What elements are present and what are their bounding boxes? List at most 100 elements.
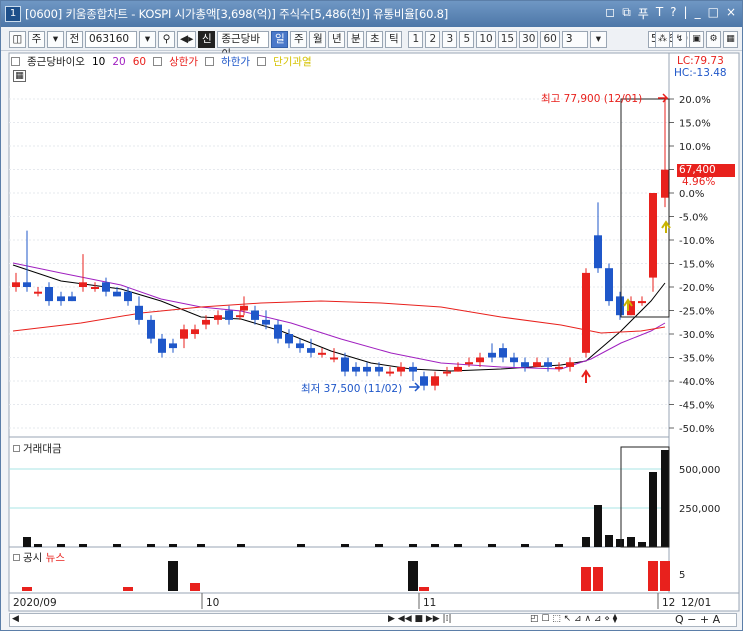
- zoom-icons[interactable]: Q − + A: [675, 613, 720, 626]
- legend-overheat[interactable]: 단기과열: [273, 54, 312, 69]
- candle-body: [68, 296, 76, 302]
- y-tick-label: -40.0%: [679, 377, 714, 388]
- x-axis-label: 2020/09: [13, 597, 57, 609]
- candle-body: [582, 272, 590, 353]
- candle-body: [454, 366, 462, 372]
- candle-body: [521, 362, 529, 367]
- candle-body: [296, 343, 304, 349]
- candle-body: [180, 329, 188, 339]
- candle-body: [533, 362, 541, 367]
- y-tick-label: 15.0%: [679, 119, 711, 130]
- candle-body: [214, 315, 222, 320]
- legend-lower-limit[interactable]: 하한가: [221, 54, 250, 69]
- y-tick-label: -15.0%: [679, 260, 714, 271]
- table-icon[interactable]: ▦: [13, 70, 26, 82]
- candle-body: [605, 268, 613, 302]
- disclosure-bar: [648, 561, 658, 591]
- candle-body: [274, 324, 282, 339]
- legend-checkbox[interactable]: [257, 57, 267, 66]
- candle-body: [649, 193, 657, 278]
- candle-body: [488, 352, 496, 358]
- disclosure-panel-title: 공시 뉴스: [13, 550, 65, 565]
- volume-bar: [237, 544, 245, 547]
- volume-bar: [297, 544, 305, 547]
- low-price-label: 최저 37,500 (11/02): [301, 383, 403, 395]
- disclosure-bar: [419, 587, 429, 591]
- candle-body: [431, 376, 439, 386]
- disclosure-bar: [581, 567, 591, 591]
- y-tick-label: -25.0%: [679, 307, 714, 318]
- legend-ma20[interactable]: 20: [112, 56, 125, 68]
- volume-bar: [57, 544, 65, 547]
- legend-checkbox[interactable]: [153, 57, 163, 66]
- legend-checkbox[interactable]: [11, 57, 20, 66]
- disclosure-title-text: 공시: [23, 552, 43, 564]
- volume-bar: [582, 537, 590, 547]
- disclosure-bar: [22, 587, 32, 591]
- y-tick-label: -35.0%: [679, 354, 714, 365]
- y-tick-label: 0.0%: [679, 189, 704, 200]
- y-tick-label: -50.0%: [679, 424, 714, 435]
- disclosure-bar: [123, 587, 133, 591]
- candle-body: [12, 282, 20, 287]
- candle-body: [555, 366, 563, 369]
- y-tick-label: -10.0%: [679, 236, 714, 247]
- candle-body: [102, 282, 110, 292]
- scroll-left-icon[interactable]: ◀: [12, 614, 19, 624]
- candle-body: [443, 371, 451, 374]
- y-tick-label: -20.0%: [679, 283, 714, 294]
- disclosure-tick-label: 5: [679, 570, 685, 581]
- volume-bar: [555, 544, 563, 547]
- candle-body: [262, 319, 270, 325]
- legend-checkbox[interactable]: [205, 57, 215, 66]
- volume-bar: [605, 535, 613, 547]
- candle-body: [330, 357, 338, 360]
- volume-bar: [197, 544, 205, 547]
- candle-body: [91, 287, 99, 289]
- volume-bar: [23, 537, 31, 547]
- legend-ma10[interactable]: 10: [92, 56, 105, 68]
- candle-body: [57, 296, 65, 302]
- y-tick-label: 10.0%: [679, 142, 711, 153]
- candle-body: [510, 357, 518, 363]
- disclosure-bar: [408, 561, 418, 591]
- volume-bar: [147, 544, 155, 547]
- volume-tick-label: 250,000: [679, 504, 720, 515]
- scroll-controls-icon[interactable]: ▶ ◀◀ ■ ▶▶ |⁞|: [388, 614, 451, 624]
- candle-body: [158, 338, 166, 353]
- disclosure-bar: [660, 561, 670, 591]
- horizontal-scrollbar[interactable]: ◀ ▶ ◀◀ ■ ▶▶ |⁞| ◰ ☐ ⬚ ↖ ⊿ ∧ ⊿ ⋄ ⧫ Q − + …: [9, 613, 737, 627]
- y-tick-label: -30.0%: [679, 330, 714, 341]
- candle-body: [616, 296, 624, 316]
- x-axis-label: 12: [662, 597, 675, 609]
- volume-bar: [627, 537, 635, 547]
- lc-value: LC:79.73: [677, 55, 724, 67]
- drawing-tools-icon[interactable]: ◰ ☐ ⬚ ↖ ⊿ ∧ ⊿ ⋄ ⧫: [530, 614, 617, 624]
- volume-bar: [649, 472, 657, 547]
- volume-bar: [521, 544, 529, 547]
- legend-ma60[interactable]: 60: [133, 56, 146, 68]
- candle-body: [202, 319, 210, 325]
- candle-body: [499, 348, 507, 358]
- volume-bar: [431, 544, 439, 547]
- candle-body: [236, 315, 244, 318]
- candle-body: [285, 334, 293, 344]
- news-label: 뉴스: [45, 552, 65, 564]
- volume-bar: [454, 544, 462, 547]
- candle-body: [638, 301, 646, 304]
- legend: 종근당바이오 10 20 60 상한가 하한가 단기과열: [11, 54, 312, 69]
- volume-bar: [594, 505, 602, 547]
- candle-body: [318, 352, 326, 355]
- volume-bar: [375, 544, 383, 547]
- volume-bar: [488, 544, 496, 547]
- candle-body: [352, 366, 360, 372]
- candle-body: [191, 329, 199, 334]
- candle-body: [45, 287, 53, 302]
- candle-body: [251, 310, 259, 320]
- candle-body: [363, 366, 371, 372]
- legend-upper-limit[interactable]: 상한가: [169, 54, 198, 69]
- candle-body: [476, 357, 484, 363]
- volume-panel-title: 거래대금: [13, 441, 62, 456]
- candle-body: [409, 366, 417, 372]
- disclosure-bar: [190, 583, 200, 591]
